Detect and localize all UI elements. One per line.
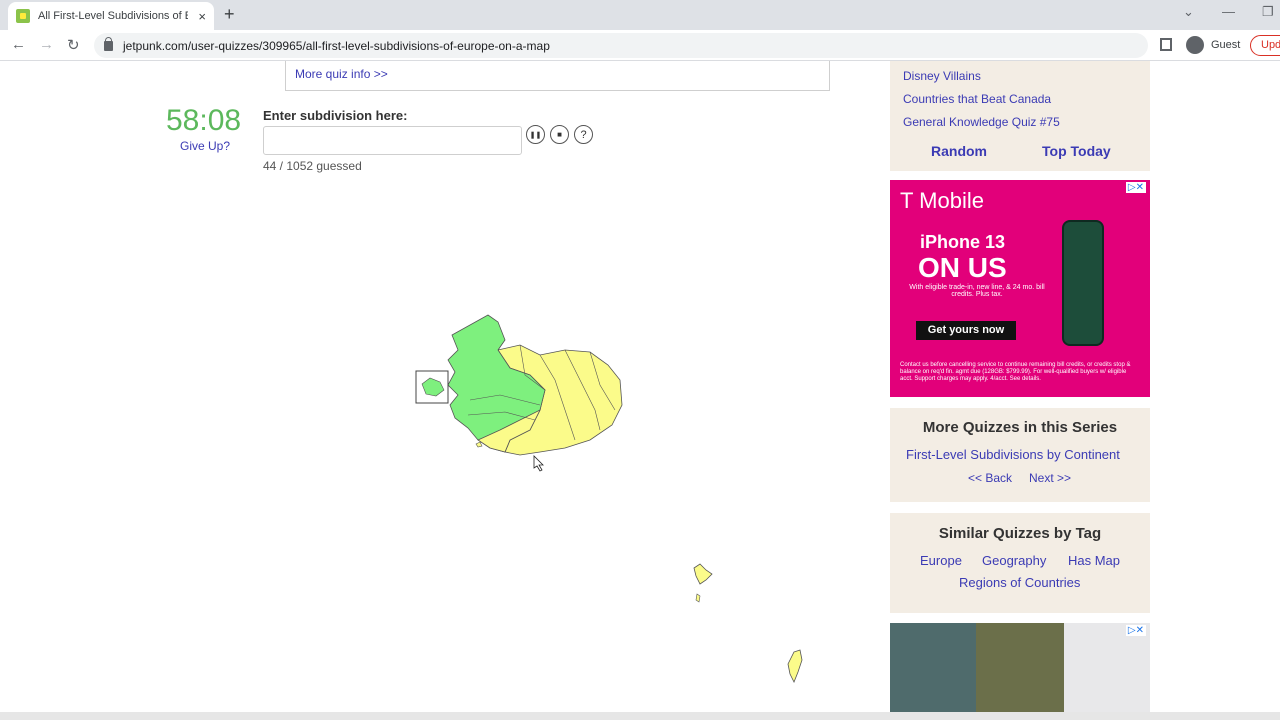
top-today-link[interactable]: Top Today <box>1042 143 1111 159</box>
minimize-icon[interactable]: — <box>1222 4 1235 19</box>
more-quiz-info-link[interactable]: More quiz info >> <box>295 67 388 81</box>
ad-headline: iPhone 13 <box>920 232 1006 252</box>
mouse-cursor-icon <box>533 455 544 472</box>
ad-cta-button[interactable]: Get yours now <box>916 321 1016 340</box>
small-island[interactable] <box>475 441 483 448</box>
tags-title: Similar Quizzes by Tag <box>938 525 1102 542</box>
taskbar-edge <box>0 712 1280 720</box>
tag-link-europe[interactable]: Europe <box>920 553 962 568</box>
ad-fine-print: Contact us before cancelling service to … <box>900 362 1131 383</box>
close-tab-icon[interactable]: × <box>198 9 206 24</box>
reload-icon[interactable]: ↻ <box>67 36 80 54</box>
tag-link-geography[interactable]: Geography <box>982 553 1046 568</box>
movie-ad[interactable]: ▷✕ <box>890 623 1150 715</box>
ad2-close-icon[interactable]: ▷✕ <box>1125 625 1146 636</box>
series-back-link[interactable]: << Back <box>968 471 1012 485</box>
new-tab-icon[interactable]: + <box>224 4 235 25</box>
iphone-image <box>1062 220 1104 346</box>
quiz-timer: 58:08 <box>166 104 242 137</box>
ad-headline-offer: ON US <box>918 252 1007 283</box>
address-bar[interactable]: jetpunk.com/user-quizzes/309965/all-firs… <box>94 33 1148 58</box>
restore-icon[interactable]: ❐ <box>1262 4 1274 20</box>
profile-avatar-icon[interactable] <box>1186 36 1204 54</box>
series-title: More Quizzes in this Series <box>922 419 1118 436</box>
lock-icon[interactable] <box>104 36 113 51</box>
stop-icon: ■ <box>557 130 562 139</box>
random-link[interactable]: Random <box>931 143 987 159</box>
series-box: More Quizzes in this Series First-Level … <box>890 408 1150 502</box>
browser-tab-bar: All First-Level Subdivisions of Europe ×… <box>0 0 1280 30</box>
tag-link-has-map[interactable]: Has Map <box>1068 553 1120 568</box>
ad-image-panel <box>1064 623 1150 715</box>
similar-tags-box: Similar Quizzes by Tag Europe Geography … <box>890 513 1150 613</box>
related-link[interactable]: Disney Villains <box>903 69 981 83</box>
pause-icon: ❚❚ <box>529 131 542 139</box>
related-link[interactable]: Countries that Beat Canada <box>903 92 1051 106</box>
help-icon: ? <box>580 128 587 141</box>
related-link[interactable]: General Knowledge Quiz #75 <box>903 115 1060 129</box>
update-button[interactable]: Upd <box>1250 35 1280 56</box>
tab-title: All First-Level Subdivisions of Europe <box>38 10 188 22</box>
ad-brand: T Mobile <box>900 188 984 213</box>
guessed-count: 44 / 1052 guessed <box>263 159 362 173</box>
ad-subtext: With eligible trade-in, new line, & 24 m… <box>909 284 1045 298</box>
related-quizzes-box: Disney Villains Countries that Beat Cana… <box>890 61 1150 171</box>
tab-search-chevron-icon[interactable]: ⌄ <box>1183 4 1194 20</box>
browser-toolbar: ← → ↻ jetpunk.com/user-quizzes/309965/al… <box>0 30 1280 61</box>
side-panel-icon[interactable] <box>1160 38 1172 51</box>
faroe-islands[interactable] <box>693 563 713 585</box>
tag-link-regions[interactable]: Regions of Countries <box>959 575 1080 590</box>
series-link[interactable]: First-Level Subdivisions by Continent <box>906 447 1120 462</box>
stop-button[interactable]: ■ <box>550 125 569 144</box>
url-text[interactable]: jetpunk.com/user-quizzes/309965/all-firs… <box>123 39 550 53</box>
ad-image-panel <box>890 623 976 715</box>
europe-subdivisions-map[interactable] <box>0 180 880 712</box>
back-icon[interactable]: ← <box>11 36 26 53</box>
series-next-link[interactable]: Next >> <box>1029 471 1071 485</box>
faroe-suduroy[interactable] <box>695 593 701 603</box>
jetpunk-favicon-icon <box>16 9 30 23</box>
browser-tab[interactable]: All First-Level Subdivisions of Europe × <box>8 2 214 30</box>
guest-label[interactable]: Guest <box>1211 39 1240 51</box>
quiz-info-box: More quiz info >> <box>285 61 830 91</box>
ad-choices-close-icon[interactable]: ▷✕ <box>1125 182 1146 193</box>
give-up-link[interactable]: Give Up? <box>180 139 230 153</box>
shetland-islands[interactable] <box>787 649 803 683</box>
ad-image-panel <box>976 623 1064 715</box>
enter-subdivision-label: Enter subdivision here: <box>263 108 408 123</box>
forward-icon[interactable]: → <box>39 36 54 53</box>
help-button[interactable]: ? <box>574 125 593 144</box>
pause-button[interactable]: ❚❚ <box>526 125 545 144</box>
answer-input[interactable] <box>263 126 522 155</box>
tmobile-ad[interactable]: ▷✕ T Mobile iPhone 13 ON US With eligibl… <box>890 180 1150 397</box>
